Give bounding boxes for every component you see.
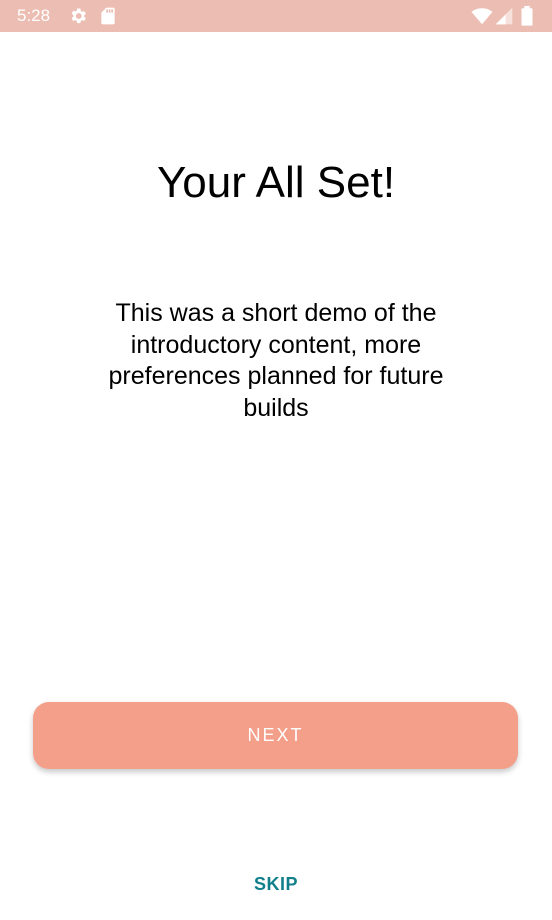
status-bar: 5:28 (0, 0, 552, 32)
onboarding-screen: 5:28 Your All Set! This was a short demo… (0, 0, 552, 920)
wifi-icon (471, 8, 493, 25)
sd-card-icon (101, 7, 115, 25)
gear-icon (71, 8, 86, 24)
status-time: 5:28 (17, 6, 51, 25)
intro-description: This was a short demo of the introductor… (108, 299, 444, 422)
battery-icon (521, 5, 533, 26)
page-title: Your All Set! (156, 158, 396, 207)
next-button[interactable]: NEXT (33, 702, 518, 769)
signal-icon (495, 7, 513, 25)
skip-button[interactable]: SKIP (216, 864, 336, 904)
